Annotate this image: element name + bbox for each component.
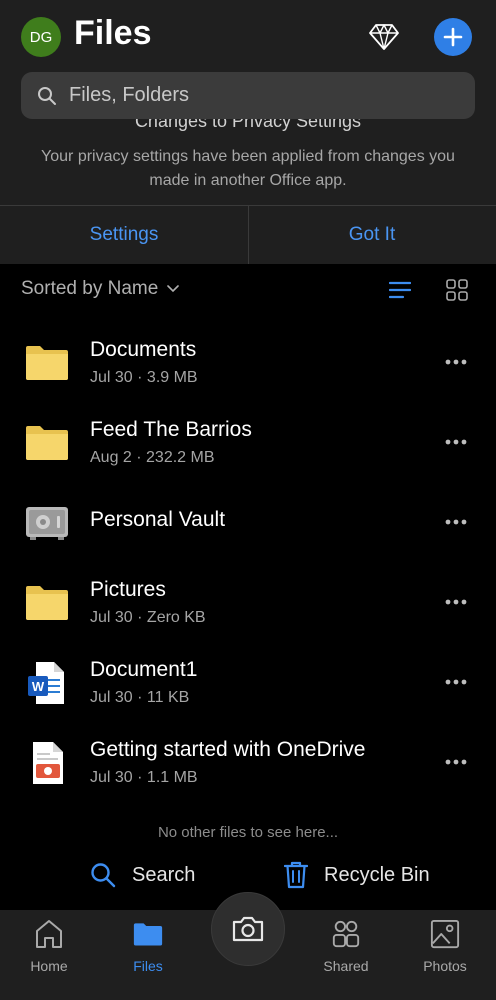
banner-message: Your privacy settings have been applied … — [41, 148, 455, 189]
tab-shared[interactable]: Shared — [306, 918, 386, 974]
file-name: Documents — [90, 338, 197, 361]
more-icon[interactable] — [444, 358, 468, 366]
vault-icon — [26, 507, 68, 540]
search-icon — [38, 86, 56, 105]
list-item-document1[interactable]: W Document1 Jul 30 · 11 KB — [0, 642, 496, 722]
file-meta: Jul 30 · Zero KB — [90, 609, 206, 626]
more-icon[interactable] — [444, 518, 468, 526]
file-meta: Jul 30 · 3.9 MB — [90, 369, 198, 386]
folder-icon — [26, 426, 68, 460]
plus-icon — [443, 27, 463, 47]
sort-label: Sorted by Name — [21, 278, 159, 299]
folder-icon — [26, 346, 68, 380]
folder-icon — [26, 586, 68, 620]
pdf-icon — [33, 742, 63, 784]
recycle-bin-label: Recycle Bin — [324, 863, 430, 886]
file-name: Pictures — [90, 578, 166, 601]
word-doc-icon: W — [28, 662, 64, 704]
list-item-pictures[interactable]: Pictures Jul 30 · Zero KB — [0, 562, 496, 642]
tab-files-label: Files — [133, 958, 163, 974]
tab-shared-label: Shared — [323, 958, 369, 974]
banner-title-clip: Changes to Privacy Settings — [0, 119, 496, 139]
avatar[interactable]: DG — [21, 17, 61, 57]
list-item-getting-started[interactable]: Getting started with OneDrive Jul 30 · 1… — [0, 722, 496, 802]
more-icon[interactable] — [444, 758, 468, 766]
list-item-documents[interactable]: Documents Jul 30 · 3.9 MB — [0, 322, 496, 402]
file-meta: Aug 2 · 232.2 MB — [90, 449, 215, 466]
search-button[interactable]: Search — [90, 858, 195, 892]
file-name: Personal Vault — [90, 508, 226, 531]
file-name: Getting started with OneDrive — [90, 738, 366, 761]
add-button[interactable] — [434, 18, 472, 56]
grid-view-icon[interactable] — [446, 279, 468, 301]
file-meta: Jul 30 · 1.1 MB — [90, 769, 198, 786]
camera-icon — [232, 916, 264, 942]
search-button-label: Search — [132, 863, 196, 886]
photos-icon — [430, 919, 460, 949]
banner-title: Changes to Privacy Settings — [134, 119, 362, 131]
page-title: Files — [74, 14, 152, 52]
camera-button[interactable] — [211, 892, 285, 966]
settings-button[interactable]: Settings — [0, 206, 248, 264]
more-icon[interactable] — [444, 678, 468, 686]
tab-home[interactable]: Home — [9, 918, 89, 974]
file-name: Document1 — [90, 658, 198, 681]
more-icon[interactable] — [444, 438, 468, 446]
folder-icon — [133, 923, 163, 946]
search-icon — [91, 863, 116, 888]
more-icon[interactable] — [444, 598, 468, 606]
recycle-bin-button[interactable]: Recycle Bin — [284, 858, 430, 892]
list-view-icon[interactable] — [389, 280, 411, 300]
file-name: Feed The Barrios — [90, 418, 252, 441]
search-bar[interactable] — [21, 72, 475, 119]
search-input[interactable] — [69, 84, 449, 107]
list-item-personal-vault[interactable]: Personal Vault — [0, 482, 496, 562]
list-item-feed-the-barrios[interactable]: Feed The Barrios Aug 2 · 232.2 MB — [0, 402, 496, 482]
header: DG Files Changes to Privacy Settings You… — [0, 0, 496, 264]
tab-files[interactable]: Files — [108, 918, 188, 974]
sort-dropdown[interactable]: Sorted by Name — [21, 278, 180, 300]
diamond-icon[interactable] — [368, 22, 400, 52]
trash-icon — [284, 861, 308, 889]
file-meta: Jul 30 · 11 KB — [90, 689, 190, 706]
svg-text:W: W — [32, 679, 45, 694]
chevron-down-icon — [167, 285, 180, 293]
tab-home-label: Home — [30, 958, 68, 974]
shared-icon — [332, 920, 360, 948]
got-it-button[interactable]: Got It — [248, 206, 496, 264]
tab-photos[interactable]: Photos — [405, 918, 485, 974]
empty-note: No other files to see here... — [157, 824, 339, 841]
home-icon — [36, 920, 62, 948]
tab-photos-label: Photos — [423, 958, 467, 974]
avatar-initials: DG — [29, 28, 53, 46]
